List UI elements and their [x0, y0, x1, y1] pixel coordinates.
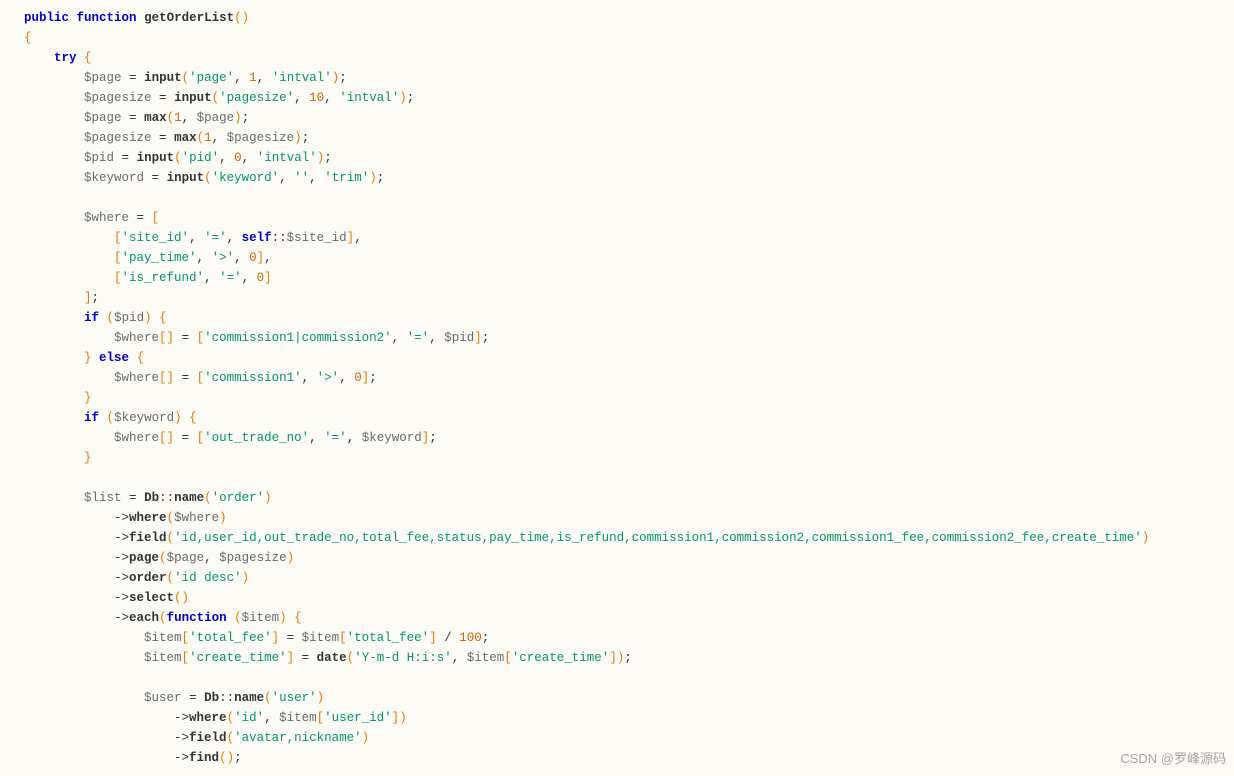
- str: '=': [219, 271, 242, 285]
- num: 1: [204, 131, 212, 145]
- str: '=': [324, 431, 347, 445]
- str: 'id,user_id,out_trade_no,total_fee,statu…: [174, 531, 1142, 545]
- var: $where: [174, 511, 219, 525]
- class-db: Db: [144, 491, 159, 505]
- keyword-if: if: [84, 411, 99, 425]
- var: $item: [144, 651, 182, 665]
- var-pid: $pid: [84, 151, 114, 165]
- str: '=': [407, 331, 430, 345]
- var: $page: [167, 551, 205, 565]
- str: 'keyword': [212, 171, 280, 185]
- keyword-self: self: [242, 231, 272, 245]
- var: $keyword: [114, 411, 174, 425]
- var-item: $item: [242, 611, 280, 625]
- fn-name: name: [174, 491, 204, 505]
- var-pagesize: $pagesize: [84, 91, 152, 105]
- str: '': [294, 171, 309, 185]
- fn-where: where: [189, 711, 227, 725]
- str: 'commission1|commission2': [204, 331, 392, 345]
- var: $page: [197, 111, 235, 125]
- fn-field: field: [129, 531, 167, 545]
- keyword-if: if: [84, 311, 99, 325]
- var: $page: [84, 111, 122, 125]
- fn-input: input: [144, 71, 182, 85]
- fn-where: where: [129, 511, 167, 525]
- str: 'pid': [182, 151, 220, 165]
- var: $item: [467, 651, 505, 665]
- keyword-public: public: [24, 11, 69, 25]
- str: 'intval': [339, 91, 399, 105]
- num: 1: [249, 71, 257, 85]
- var: $pid: [444, 331, 474, 345]
- var: $pagesize: [227, 131, 295, 145]
- num: 10: [309, 91, 324, 105]
- str: 'pay_time': [122, 251, 197, 265]
- num: 0: [234, 151, 242, 165]
- str: 'intval': [272, 71, 332, 85]
- str: '>': [317, 371, 340, 385]
- fn-max: max: [144, 111, 167, 125]
- str: 'commission1': [204, 371, 302, 385]
- fn-max: max: [174, 131, 197, 145]
- str: 'Y-m-d H:i:s': [354, 651, 452, 665]
- var: $pagesize: [219, 551, 287, 565]
- var-keyword: $keyword: [84, 171, 144, 185]
- fn-input: input: [137, 151, 175, 165]
- str: 'user': [272, 691, 317, 705]
- str: 'id desc': [174, 571, 242, 585]
- class-db: Db: [204, 691, 219, 705]
- str: 'order': [212, 491, 265, 505]
- method-name: getOrderList: [144, 11, 234, 25]
- num: 1: [174, 111, 182, 125]
- fn-order: order: [129, 571, 167, 585]
- keyword-function: function: [167, 611, 227, 625]
- str: '=': [204, 231, 227, 245]
- num: 0: [249, 251, 257, 265]
- keyword-try: try: [54, 51, 77, 65]
- var: $pid: [114, 311, 144, 325]
- str: 'site_id': [122, 231, 190, 245]
- str: 'create_time': [512, 651, 610, 665]
- var: $item: [279, 711, 317, 725]
- num: 0: [354, 371, 362, 385]
- str: 'is_refund': [122, 271, 205, 285]
- str: 'user_id': [324, 711, 392, 725]
- var: $where: [114, 331, 159, 345]
- str: '>': [212, 251, 235, 265]
- var: $pagesize: [84, 131, 152, 145]
- keyword-function: function: [77, 11, 137, 25]
- watermark: CSDN @罗峰源码: [1120, 749, 1226, 770]
- fn-date: date: [317, 651, 347, 665]
- var: $where: [114, 371, 159, 385]
- fn-name: name: [234, 691, 264, 705]
- var-user: $user: [144, 691, 182, 705]
- fn-each: each: [129, 611, 159, 625]
- var-site-id: $site_id: [287, 231, 347, 245]
- str: 'intval': [257, 151, 317, 165]
- fn-input: input: [167, 171, 205, 185]
- code-block: public function getOrderList() { try { $…: [24, 8, 1226, 768]
- keyword-else: else: [99, 351, 129, 365]
- str: 'pagesize': [219, 91, 294, 105]
- str: 'create_time': [189, 651, 287, 665]
- var: $keyword: [362, 431, 422, 445]
- fn-select: select: [129, 591, 174, 605]
- var-where: $where: [84, 211, 129, 225]
- str: 'avatar,nickname': [234, 731, 362, 745]
- fn-page: page: [129, 551, 159, 565]
- var-list: $list: [84, 491, 122, 505]
- var: $where: [114, 431, 159, 445]
- str: 'id': [234, 711, 264, 725]
- str: 'out_trade_no': [204, 431, 309, 445]
- str: 'page': [189, 71, 234, 85]
- var-page: $page: [84, 71, 122, 85]
- str: 'trim': [324, 171, 369, 185]
- fn-input: input: [174, 91, 212, 105]
- num: 0: [257, 271, 265, 285]
- fn-field: field: [189, 731, 227, 745]
- fn-find: find: [189, 751, 219, 765]
